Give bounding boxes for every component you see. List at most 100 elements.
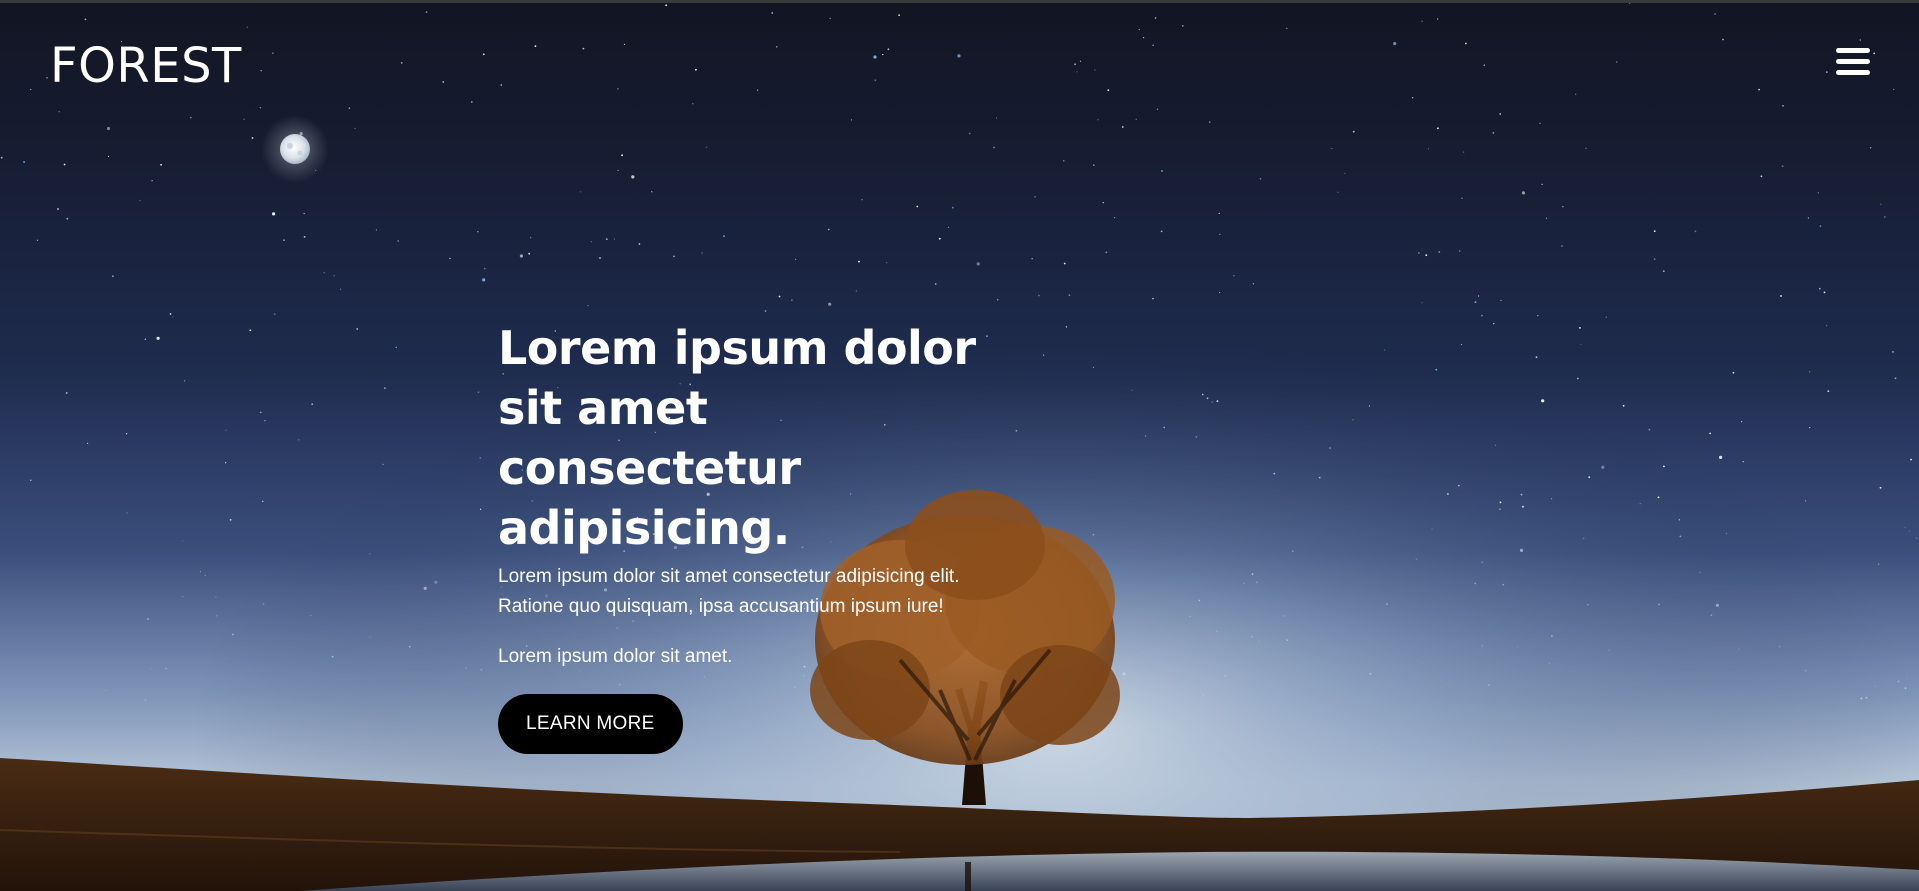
learn-more-button[interactable]: LEARN MORE <box>498 694 683 754</box>
star <box>182 540 184 542</box>
star <box>861 199 863 201</box>
hero-section: FOREST Lorem ipsum dolor sit amet consec… <box>0 0 1919 891</box>
star <box>1782 105 1784 107</box>
star <box>858 260 860 263</box>
star <box>1105 251 1108 254</box>
star <box>828 302 832 306</box>
star <box>1216 400 1219 402</box>
star <box>1427 148 1429 150</box>
star <box>1135 118 1137 120</box>
star <box>151 180 153 182</box>
star <box>36 239 39 241</box>
star <box>1074 63 1076 66</box>
star <box>105 689 107 692</box>
site-logo[interactable]: FOREST <box>50 36 242 96</box>
star <box>1823 291 1826 294</box>
star <box>425 11 428 14</box>
star <box>1065 326 1068 328</box>
star <box>1206 397 1209 400</box>
star <box>229 519 232 521</box>
star <box>46 77 48 79</box>
star <box>1804 669 1807 672</box>
star <box>1779 646 1781 648</box>
star <box>400 62 403 64</box>
star <box>480 508 482 510</box>
star <box>829 17 831 19</box>
star <box>434 580 438 584</box>
star <box>617 88 619 90</box>
star <box>1415 558 1418 561</box>
star <box>638 243 641 245</box>
star <box>951 206 954 209</box>
star <box>1202 694 1204 696</box>
star <box>215 615 218 617</box>
star <box>272 212 276 216</box>
star <box>1219 233 1221 235</box>
star <box>1198 599 1201 602</box>
star <box>272 52 274 55</box>
star <box>1548 662 1550 664</box>
star <box>723 235 725 238</box>
star <box>126 512 128 514</box>
star <box>1291 550 1294 552</box>
star <box>1520 493 1523 496</box>
star <box>795 258 797 260</box>
star <box>1152 297 1154 300</box>
star <box>621 154 623 157</box>
star <box>1709 432 1711 435</box>
star <box>1576 377 1579 380</box>
star <box>1865 696 1868 699</box>
star <box>144 338 146 340</box>
star <box>1519 548 1524 553</box>
star <box>1344 172 1346 174</box>
star <box>1639 503 1641 505</box>
star <box>778 295 781 298</box>
star <box>139 199 141 202</box>
star <box>587 305 589 307</box>
star <box>126 433 128 435</box>
star <box>58 111 60 113</box>
star <box>397 240 400 242</box>
star <box>1897 680 1900 683</box>
star <box>1715 603 1719 607</box>
star <box>243 118 245 120</box>
star <box>1860 697 1863 700</box>
star <box>1679 535 1682 538</box>
star <box>1906 676 1908 678</box>
star <box>112 275 114 278</box>
star <box>1588 476 1591 479</box>
star <box>1477 295 1480 297</box>
star <box>1114 217 1116 219</box>
star <box>1038 294 1040 297</box>
star <box>1352 130 1355 133</box>
star <box>298 439 300 441</box>
star <box>1807 217 1809 219</box>
star <box>1273 472 1276 475</box>
star <box>1216 630 1218 632</box>
star <box>1211 401 1214 403</box>
star <box>1694 230 1697 233</box>
star <box>331 655 334 658</box>
star <box>1154 17 1157 19</box>
star <box>1224 674 1227 677</box>
star <box>1893 88 1895 90</box>
star <box>957 54 961 58</box>
star <box>23 161 25 163</box>
star <box>1163 426 1166 429</box>
star <box>199 571 202 573</box>
star <box>1493 323 1495 325</box>
hamburger-menu-icon[interactable] <box>1836 44 1872 80</box>
star <box>1131 389 1133 391</box>
star <box>182 596 184 598</box>
star <box>791 299 793 301</box>
star <box>1710 614 1713 617</box>
star <box>1827 390 1830 393</box>
star <box>1499 508 1501 510</box>
star <box>1915 537 1918 539</box>
star <box>375 229 377 231</box>
star <box>262 500 264 502</box>
star <box>1719 455 1723 459</box>
star <box>449 257 451 259</box>
star <box>827 228 830 231</box>
star <box>938 237 941 240</box>
